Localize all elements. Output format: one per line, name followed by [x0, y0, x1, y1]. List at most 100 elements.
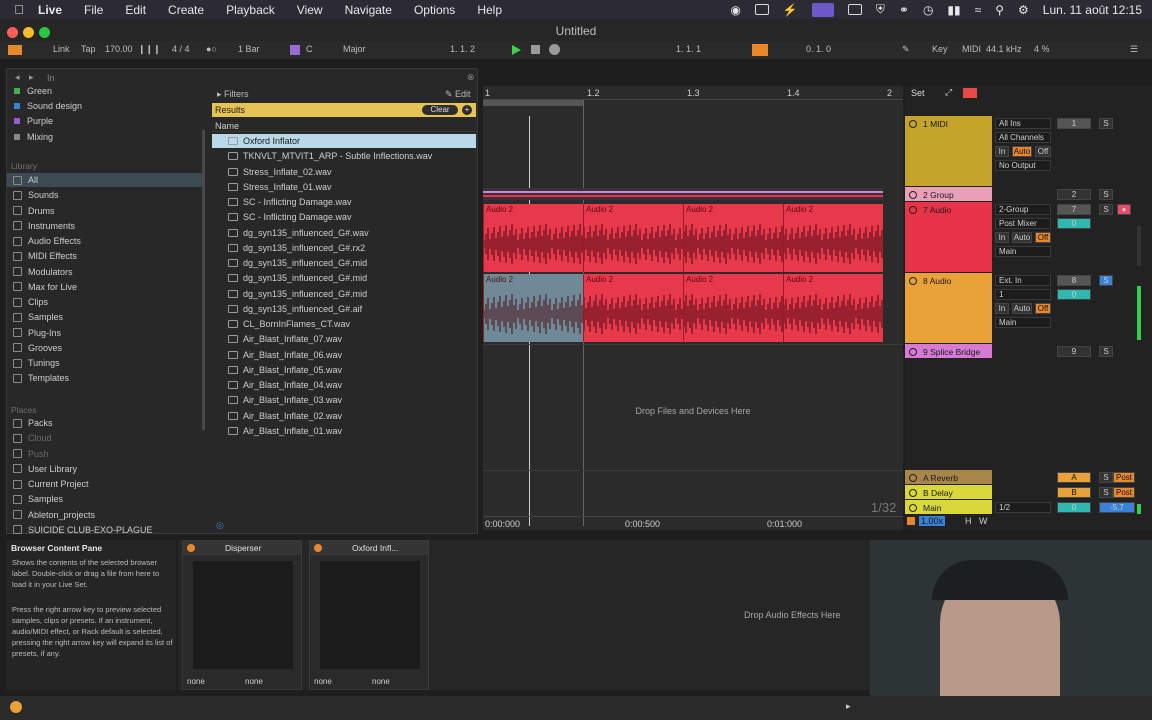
- main-track[interactable]: Main: [905, 500, 992, 514]
- track-7-number[interactable]: 7: [1057, 204, 1091, 215]
- oxford-power-icon[interactable]: [314, 544, 322, 552]
- library-item[interactable]: Sounds: [7, 188, 205, 202]
- sidebar-scrollbar[interactable]: [202, 130, 205, 430]
- audio-clip[interactable]: Audio 2: [583, 274, 683, 342]
- lightning-icon[interactable]: ⚡: [783, 3, 798, 17]
- track-8-input-channel[interactable]: 1: [995, 289, 1051, 300]
- menu-create[interactable]: Create: [168, 3, 204, 17]
- menu-view[interactable]: View: [297, 3, 323, 17]
- return-a-reverb[interactable]: A Reverb: [905, 470, 992, 484]
- battery-icon[interactable]: ▮▮: [947, 3, 960, 17]
- library-item[interactable]: Max for Live: [7, 280, 205, 294]
- library-item[interactable]: Plug-Ins: [7, 326, 205, 340]
- return-a-solo[interactable]: S: [1099, 472, 1113, 483]
- track-2-number[interactable]: 2: [1057, 189, 1091, 200]
- menu-help[interactable]: Help: [477, 3, 502, 17]
- track-7-monitor-in[interactable]: In: [995, 232, 1009, 243]
- record-button[interactable]: [549, 44, 560, 55]
- places-item[interactable]: Packs: [7, 416, 205, 430]
- file-row[interactable]: dg_syn135_influenced_G#.aif: [212, 302, 476, 316]
- device-disperser[interactable]: Disperser none none: [182, 540, 302, 690]
- time-ruler[interactable]: 0:00:000 0:00:500 0:01:000: [483, 516, 903, 530]
- track-9-solo[interactable]: S: [1099, 346, 1113, 357]
- return-b-solo[interactable]: S: [1099, 487, 1113, 498]
- audio-clip[interactable]: Audio 2: [783, 204, 883, 272]
- track-7-arm[interactable]: ●: [1117, 204, 1131, 215]
- track-7-pan[interactable]: 0: [1057, 218, 1091, 229]
- h-button[interactable]: H: [965, 516, 972, 526]
- return-b-delay[interactable]: B Delay: [905, 485, 992, 499]
- play-button[interactable]: [512, 45, 521, 55]
- arm-lock-icon[interactable]: [963, 88, 977, 98]
- file-row[interactable]: Air_Blast_Inflate_02.wav: [212, 409, 476, 423]
- track-8-output[interactable]: Main: [995, 317, 1051, 328]
- library-item[interactable]: All: [7, 173, 205, 187]
- return-b-icon[interactable]: [909, 489, 917, 497]
- file-row[interactable]: TKNVLT_MTVIT1_ARP - Subtle Inflections.w…: [212, 149, 476, 163]
- disperser-power-icon[interactable]: [187, 544, 195, 552]
- track-8-number[interactable]: 8: [1057, 275, 1091, 286]
- key-select[interactable]: C: [306, 44, 313, 54]
- set-label[interactable]: Set: [911, 88, 925, 98]
- collection-item[interactable]: Green: [7, 84, 205, 98]
- places-item[interactable]: Current Project: [7, 477, 205, 491]
- clear-results-button[interactable]: Clear: [422, 105, 458, 115]
- collection-item[interactable]: Mixing: [7, 130, 205, 144]
- filters-toggle[interactable]: ▸ Filters: [217, 89, 249, 100]
- track-9-splice[interactable]: 9 Splice Bridge: [905, 344, 992, 358]
- beat-ruler[interactable]: 1 1.2 1.3 1.4 2: [483, 86, 903, 100]
- return-a-post[interactable]: Post: [1113, 472, 1135, 483]
- track-2-solo[interactable]: S: [1099, 189, 1113, 200]
- audio-clip[interactable]: Audio 2: [583, 204, 683, 272]
- disperser-select-2[interactable]: none: [245, 677, 263, 686]
- loop-start-field[interactable]: 1. 1. 1: [676, 44, 701, 54]
- oxford-title-bar[interactable]: Oxford Infl...: [310, 541, 428, 555]
- return-b-button[interactable]: B: [1057, 487, 1091, 498]
- clock-text[interactable]: Lun. 11 août 12:15: [1043, 3, 1142, 17]
- tempo-follower-icon[interactable]: [907, 517, 915, 525]
- record-status-icon[interactable]: ◉: [730, 3, 740, 17]
- audio-clip[interactable]: Audio 2: [783, 274, 883, 342]
- preview-icon[interactable]: ◎: [216, 520, 224, 531]
- library-item[interactable]: Templates: [7, 371, 205, 385]
- back-arrow-icon[interactable]: ◂: [15, 72, 20, 83]
- stop-button[interactable]: [531, 45, 540, 54]
- file-row[interactable]: Air_Blast_Inflate_05.wav: [212, 363, 476, 377]
- track-1-fold-icon[interactable]: [909, 120, 917, 128]
- file-row[interactable]: Stress_Inflate_02.wav: [212, 165, 476, 179]
- control-center-icon[interactable]: ⚙: [1018, 3, 1029, 17]
- apple-icon[interactable]: : [0, 2, 38, 17]
- library-item[interactable]: Grooves: [7, 341, 205, 355]
- file-row[interactable]: Stress_Inflate_01.wav: [212, 180, 476, 194]
- audio-clip[interactable]: Audio 2: [683, 274, 783, 342]
- track-8-monitor-in[interactable]: In: [995, 303, 1009, 314]
- loop-switch-icon[interactable]: [752, 44, 768, 56]
- search-input[interactable]: In: [47, 73, 55, 83]
- browser-search-bar[interactable]: ◂ ▸ In ⊗: [11, 72, 475, 84]
- w-button[interactable]: W: [979, 516, 988, 526]
- track-7-solo[interactable]: S: [1099, 204, 1113, 215]
- library-item[interactable]: MIDI Effects: [7, 249, 205, 263]
- main-pan[interactable]: 0: [1057, 502, 1091, 513]
- headphones-icon[interactable]: ⚭: [899, 3, 909, 17]
- screen-icon[interactable]: [754, 4, 769, 15]
- file-row[interactable]: SC - Inflicting Damage.wav: [212, 210, 476, 224]
- collection-item[interactable]: Purple: [7, 114, 205, 128]
- places-item[interactable]: Push: [7, 447, 205, 461]
- loop-length-field[interactable]: 0. 1. 0: [806, 44, 831, 54]
- menu-options[interactable]: Options: [414, 3, 455, 17]
- file-row[interactable]: dg_syn135_influenced_G#.mid: [212, 256, 476, 270]
- track-7-input-channel[interactable]: Post Mixer: [995, 218, 1051, 229]
- tempo-field[interactable]: 170.00: [105, 44, 133, 54]
- places-item[interactable]: Samples: [7, 492, 205, 506]
- return-a-button[interactable]: A: [1057, 472, 1091, 483]
- file-row[interactable]: Air_Blast_Inflate_06.wav: [212, 348, 476, 362]
- track-1-monitor-in[interactable]: In: [995, 146, 1009, 157]
- search-icon[interactable]: ⚲: [995, 3, 1004, 17]
- audio-clip[interactable]: Audio 2: [483, 204, 583, 272]
- track-8-input-type[interactable]: Ext. In: [995, 275, 1051, 286]
- menu-file[interactable]: File: [84, 3, 103, 17]
- places-item[interactable]: User Library: [7, 462, 205, 476]
- quantization-select[interactable]: 1 Bar: [238, 44, 260, 54]
- file-row[interactable]: dg_syn135_influenced_G#.mid: [212, 271, 476, 285]
